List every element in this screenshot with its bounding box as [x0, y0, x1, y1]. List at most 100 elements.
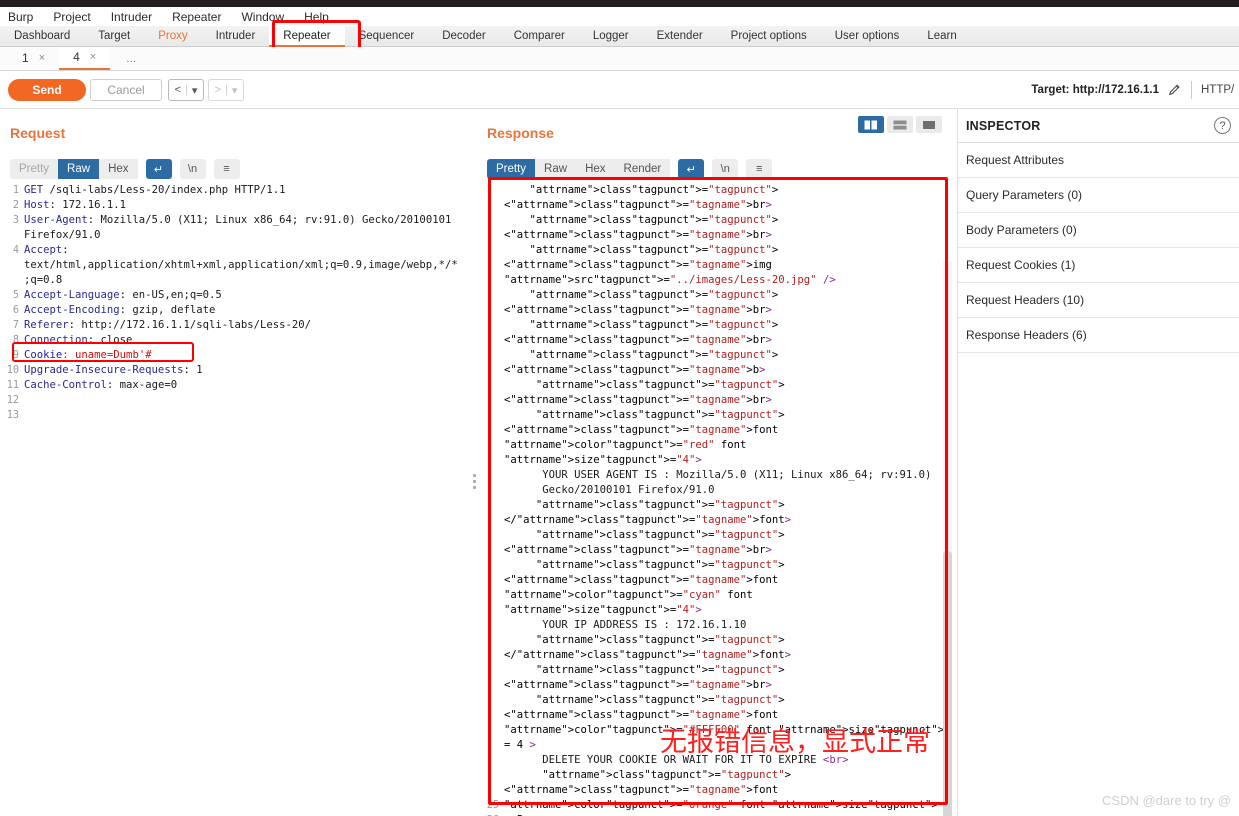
tab-proxy[interactable]: Proxy — [144, 26, 201, 47]
response-view-raw[interactable]: Raw — [535, 159, 577, 179]
tab-user-options[interactable]: User options — [821, 26, 914, 47]
newline-icon[interactable]: \n — [179, 159, 206, 179]
newline-icon[interactable]: \n — [712, 159, 739, 179]
line-number: 9 — [12, 350, 19, 361]
header-name: Cache-Control — [24, 379, 107, 391]
tab-decoder[interactable]: Decoder — [428, 26, 499, 47]
repeater-action-bar: Send Cancel < | ▾ > | ▾ Target: http://1… — [0, 71, 1239, 109]
repeater-tab-1-label: 1 — [22, 51, 29, 65]
tab-extender[interactable]: Extender — [643, 26, 717, 47]
repeater-tab-overflow[interactable]: ... — [110, 47, 152, 70]
request-view-toolbar: Pretty Raw Hex ↵ \n ≡ — [10, 159, 240, 179]
response-view-pretty[interactable]: Pretty — [487, 159, 536, 179]
tab-project-options[interactable]: Project options — [717, 26, 821, 47]
inspector-header: INSPECTOR ? — [958, 109, 1239, 143]
response-panel: Response Pretty Raw Hex Render ↵ \n ≡ 25 — [480, 109, 954, 816]
header-value: : http://172.16.1.1/sqli-labs/Less-20/ — [68, 319, 312, 331]
panel-splitter[interactable] — [470, 109, 480, 816]
response-panel-title: Response — [487, 125, 554, 141]
header-name: Connection — [24, 334, 88, 346]
tab-repeater[interactable]: Repeater — [269, 25, 345, 47]
divider: | — [225, 84, 228, 96]
header-value: : gzip, deflate — [119, 304, 216, 316]
repeater-tab-1[interactable]: 1 × — [8, 47, 59, 70]
scrollbar-thumb[interactable] — [943, 551, 952, 816]
response-scrollbar[interactable] — [943, 261, 952, 816]
line-number: 5 — [12, 290, 19, 301]
word-wrap-icon[interactable]: ↵ — [145, 159, 172, 179]
line-number: 10 — [6, 365, 19, 376]
chevron-down-icon: ▾ — [191, 84, 198, 97]
split-vertical-icon[interactable] — [858, 116, 884, 133]
menu-help[interactable]: Help — [304, 10, 340, 24]
response-line-gutter: 25 26 27 — [480, 798, 502, 816]
request-view-raw[interactable]: Raw — [58, 159, 100, 179]
inspector-row-response-headers[interactable]: Response Headers (6) — [958, 318, 1239, 353]
splitter-grip-icon — [473, 474, 477, 492]
single-pane-icon[interactable] — [916, 116, 942, 133]
inspector-row-request-attributes[interactable]: Request Attributes — [958, 143, 1239, 178]
next-request-button[interactable]: > | ▾ — [208, 79, 244, 101]
repeater-tab-4[interactable]: 4 × — [59, 46, 111, 70]
request-editor[interactable]: 1 2 3 4 5 6 7 8 9 10 11 12 13 GET /sqli-… — [0, 183, 466, 816]
tab-sequencer[interactable]: Sequencer — [345, 26, 429, 47]
tab-intruder[interactable]: Intruder — [202, 26, 270, 47]
response-editor[interactable]: 25 26 27 "attrname">class"tagpunct">="ta… — [480, 183, 954, 816]
tab-dashboard[interactable]: Dashboard — [0, 26, 84, 47]
repeater-tab-strip: 1 × 4 × ... — [0, 47, 1239, 71]
header-value: : text/html,application/xhtml+xml,applic… — [24, 244, 458, 286]
close-icon[interactable]: × — [90, 46, 96, 69]
line-number: 3 — [12, 215, 19, 226]
response-view-hex[interactable]: Hex — [576, 159, 615, 179]
tab-learn[interactable]: Learn — [913, 26, 970, 47]
menu-repeater[interactable]: Repeater — [172, 10, 232, 24]
tab-target[interactable]: Target — [84, 26, 144, 47]
cancel-button: Cancel — [90, 79, 162, 101]
request-panel-title: Request — [10, 125, 66, 141]
send-button[interactable]: Send — [8, 79, 86, 101]
inspector-row-request-cookies[interactable]: Request Cookies (1) — [958, 248, 1239, 283]
inspector-row-body-parameters[interactable]: Body Parameters (0) — [958, 213, 1239, 248]
response-code-lines[interactable]: "attrname">class"tagpunct">="tagpunct"><… — [504, 183, 950, 816]
line-number: 12 — [6, 395, 19, 406]
close-icon[interactable]: × — [39, 47, 45, 70]
request-line-gutter: 1 2 3 4 5 6 7 8 9 10 11 12 13 — [0, 183, 22, 816]
tab-comparer[interactable]: Comparer — [500, 26, 579, 47]
editor-menu-icon[interactable]: ≡ — [746, 159, 773, 179]
request-code-lines[interactable]: GET /sqli-labs/Less-20/index.php HTTP/1.… — [24, 183, 462, 816]
header-value: : 172.16.1.1 — [49, 199, 127, 211]
menu-intruder[interactable]: Intruder — [111, 10, 163, 24]
help-icon[interactable]: ? — [1214, 117, 1231, 134]
inspector-row-query-parameters[interactable]: Query Parameters (0) — [958, 178, 1239, 213]
line-number: 2 — [12, 200, 19, 211]
menu-window[interactable]: Window — [241, 10, 295, 24]
chevron-right-icon: > — [214, 84, 222, 96]
request-target: /sqli-labs/Less-20/index.php HTTP/1.1 — [43, 184, 286, 196]
request-view-hex[interactable]: Hex — [99, 159, 138, 179]
target-label: Target: http://172.16.1.1 — [1031, 84, 1159, 96]
menu-burp[interactable]: Burp — [8, 10, 44, 24]
response-view-toolbar: Pretty Raw Hex Render ↵ \n ≡ — [487, 159, 773, 179]
cookie-header-name: Cookie — [24, 349, 63, 361]
line-number: 8 — [12, 335, 19, 346]
split-horizontal-icon[interactable] — [887, 116, 913, 133]
http-version-label[interactable]: HTTP/1 — [1191, 81, 1235, 99]
line-number: 7 — [12, 320, 19, 331]
editor-menu-icon[interactable]: ≡ — [213, 159, 240, 179]
response-view-render[interactable]: Render — [614, 159, 671, 179]
prev-request-button[interactable]: < | ▾ — [168, 79, 204, 101]
request-view-pretty[interactable]: Pretty — [10, 159, 59, 179]
word-wrap-icon[interactable]: ↵ — [678, 159, 705, 179]
window-title-strip — [0, 0, 1239, 7]
inspector-row-request-headers[interactable]: Request Headers (10) — [958, 283, 1239, 318]
inspector-title: INSPECTOR — [966, 118, 1041, 133]
request-method: GET — [24, 184, 44, 196]
pencil-icon[interactable] — [1168, 83, 1182, 97]
menu-project[interactable]: Project — [53, 10, 101, 24]
response-layout-toggle — [858, 116, 942, 133]
target-bar: Target: http://172.16.1.1 HTTP/1 — [1031, 71, 1239, 109]
header-name: Host — [24, 199, 50, 211]
header-name: Accept-Language — [24, 289, 120, 301]
tab-logger[interactable]: Logger — [579, 26, 643, 47]
menu-bar: Burp Project Intruder Repeater Window He… — [0, 7, 1239, 26]
